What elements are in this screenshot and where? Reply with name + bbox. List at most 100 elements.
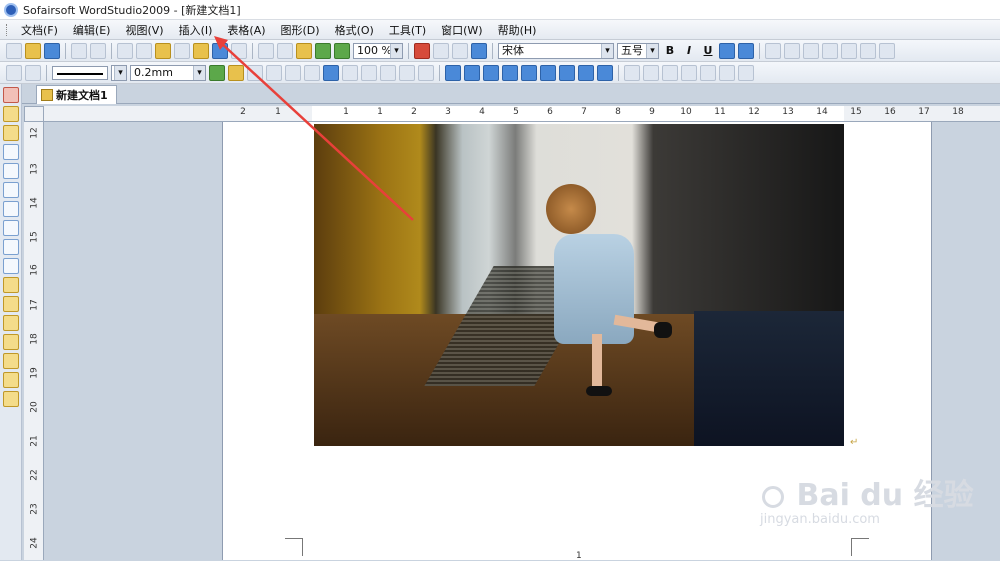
menu-help[interactable]: 帮助(H) xyxy=(492,20,543,40)
bullet-list-icon[interactable] xyxy=(841,42,857,59)
menu-tools[interactable]: 工具(T) xyxy=(383,20,432,40)
hand-icon[interactable] xyxy=(296,42,312,59)
menu-edit[interactable]: 编辑(E) xyxy=(67,20,117,40)
font-size-select[interactable]: 五号 xyxy=(617,42,659,59)
shape-3-icon[interactable] xyxy=(483,64,499,81)
fill-color-icon[interactable] xyxy=(228,64,244,81)
table-cell-icon[interactable] xyxy=(285,64,301,81)
paragraph-mark-icon[interactable] xyxy=(452,42,468,59)
snap-4-icon[interactable] xyxy=(2,201,19,217)
help-icon[interactable] xyxy=(471,42,487,59)
ruler-corner-button[interactable] xyxy=(24,106,44,122)
undo-icon[interactable] xyxy=(212,42,228,59)
align-objects-icon[interactable] xyxy=(681,64,697,81)
pencil-1-icon[interactable] xyxy=(2,277,19,293)
indent-icon[interactable] xyxy=(879,42,895,59)
align-right-icon[interactable] xyxy=(803,42,819,59)
inserted-photo[interactable] xyxy=(314,124,844,446)
magnet-icon[interactable] xyxy=(2,87,19,103)
group-icon[interactable] xyxy=(643,64,659,81)
snap-6-icon[interactable] xyxy=(2,239,19,255)
rotate-icon[interactable] xyxy=(719,64,735,81)
table-border-icon[interactable] xyxy=(399,64,415,81)
menu-table[interactable]: 表格(A) xyxy=(221,20,271,40)
format-painter-icon[interactable] xyxy=(193,42,209,59)
menu-file[interactable]: 文档(F) xyxy=(15,20,64,40)
split-cells-icon[interactable] xyxy=(380,64,396,81)
shape-9-icon[interactable] xyxy=(597,64,613,81)
pencil-6-icon[interactable] xyxy=(2,372,19,388)
numbered-list-icon[interactable] xyxy=(860,42,876,59)
font-name-select[interactable]: 宋体 xyxy=(498,42,614,59)
snap-1-icon[interactable] xyxy=(2,144,19,160)
line-style-dropdown[interactable] xyxy=(111,64,127,81)
zoom-select[interactable]: 100 % xyxy=(353,42,403,59)
shape-8-icon[interactable] xyxy=(578,64,594,81)
grid-icon[interactable] xyxy=(277,42,293,59)
insert-table-icon[interactable] xyxy=(323,64,339,81)
pencil-3-icon[interactable] xyxy=(2,315,19,331)
open-folder-icon[interactable] xyxy=(25,42,41,59)
copy-icon[interactable] xyxy=(136,42,152,59)
underline-button[interactable]: U xyxy=(700,44,716,57)
snap-7-icon[interactable] xyxy=(2,258,19,274)
menu-grip-icon[interactable] xyxy=(6,23,9,36)
border-icon[interactable] xyxy=(266,64,282,81)
flip-icon[interactable] xyxy=(738,64,754,81)
menu-format[interactable]: 格式(O) xyxy=(329,20,380,40)
arrange-icon[interactable] xyxy=(662,64,678,81)
horizontal-ruler[interactable]: 2 1 1 1 2 3 4 5 6 7 8 9 10 11 12 13 14 1… xyxy=(44,106,1000,122)
insert-object-icon[interactable] xyxy=(414,42,430,59)
redo-icon[interactable] xyxy=(231,42,247,59)
shape-4-icon[interactable] xyxy=(502,64,518,81)
sort-icon[interactable] xyxy=(418,64,434,81)
shading-icon[interactable] xyxy=(247,64,263,81)
vertical-ruler[interactable]: 12 13 14 15 16 17 18 19 20 21 22 23 24 xyxy=(24,122,44,560)
picture-icon[interactable] xyxy=(624,64,640,81)
pencil-4-icon[interactable] xyxy=(2,334,19,350)
save-icon[interactable] xyxy=(44,42,60,59)
shape-2-icon[interactable] xyxy=(464,64,480,81)
character-spacing-icon[interactable] xyxy=(719,42,735,59)
paste-icon[interactable] xyxy=(155,42,171,59)
draw-line-icon[interactable] xyxy=(258,42,274,59)
lightning-icon[interactable] xyxy=(2,106,19,122)
menu-insert[interactable]: 插入(I) xyxy=(173,20,219,40)
line-color-icon[interactable] xyxy=(209,64,225,81)
align-center-icon[interactable] xyxy=(784,42,800,59)
cut-icon[interactable] xyxy=(117,42,133,59)
merge-cells-icon[interactable] xyxy=(361,64,377,81)
edit-frame-icon[interactable] xyxy=(6,64,22,81)
italic-button[interactable]: I xyxy=(681,44,697,57)
line-width-select[interactable]: 0.2mm xyxy=(130,64,206,81)
pencil-7-icon[interactable] xyxy=(2,391,19,407)
bold-button[interactable]: B xyxy=(662,44,678,57)
zoom-out-icon[interactable] xyxy=(334,42,350,59)
delete-icon[interactable] xyxy=(174,42,190,59)
check-frame-icon[interactable] xyxy=(25,64,41,81)
shape-5-icon[interactable] xyxy=(521,64,537,81)
new-document-icon[interactable] xyxy=(6,42,22,59)
symbol-icon[interactable] xyxy=(433,42,449,59)
pencil-2-icon[interactable] xyxy=(2,296,19,312)
print-preview-icon[interactable] xyxy=(90,42,106,59)
table-grid-icon[interactable] xyxy=(342,64,358,81)
tab-document-1[interactable]: 新建文档1 xyxy=(36,85,117,104)
menu-graphics[interactable]: 图形(D) xyxy=(275,20,326,40)
line-style-select[interactable] xyxy=(52,65,108,80)
font-color-icon[interactable] xyxy=(738,42,754,59)
cancel-icon[interactable] xyxy=(2,125,19,141)
shape-7-icon[interactable] xyxy=(559,64,575,81)
snap-3-icon[interactable] xyxy=(2,182,19,198)
print-icon[interactable] xyxy=(71,42,87,59)
shape-1-icon[interactable] xyxy=(445,64,461,81)
align-left-icon[interactable] xyxy=(765,42,781,59)
shape-6-icon[interactable] xyxy=(540,64,556,81)
split-cell-icon[interactable] xyxy=(304,64,320,81)
pencil-5-icon[interactable] xyxy=(2,353,19,369)
distribute-icon[interactable] xyxy=(700,64,716,81)
menu-view[interactable]: 视图(V) xyxy=(119,20,169,40)
snap-5-icon[interactable] xyxy=(2,220,19,236)
menu-window[interactable]: 窗口(W) xyxy=(435,20,488,40)
zoom-in-icon[interactable] xyxy=(315,42,331,59)
